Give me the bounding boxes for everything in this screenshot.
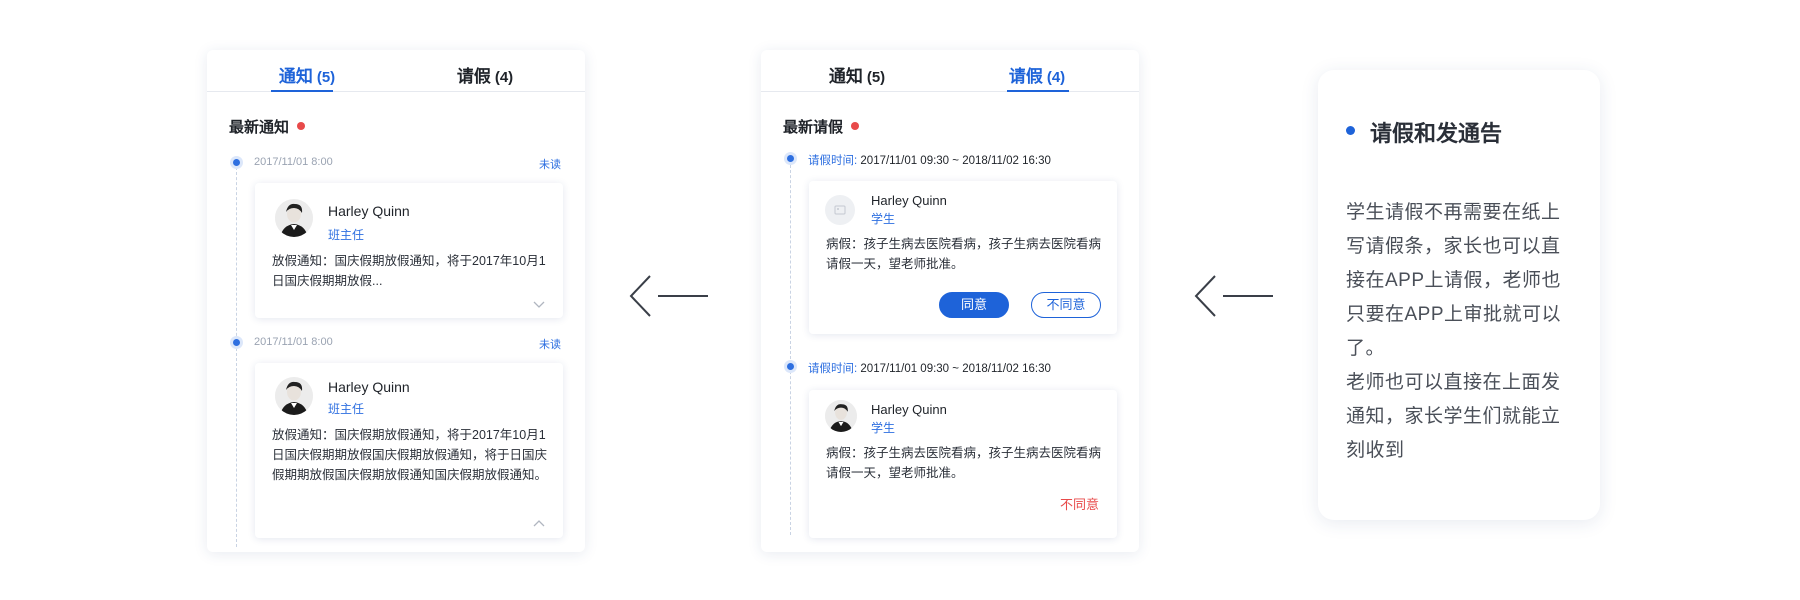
timeline-line <box>236 162 237 547</box>
avatar <box>825 400 857 432</box>
timeline-node <box>784 360 797 373</box>
student-role: 学生 <box>871 421 896 435</box>
student-name: Harley Quinn <box>871 402 947 417</box>
avatar-placeholder <box>825 195 855 225</box>
tab-notice[interactable]: 通知 (5) <box>247 62 367 87</box>
agree-button[interactable]: 同意 <box>939 292 1009 318</box>
notice-date: 2017/11/01 8:00 <box>254 336 333 348</box>
leave-time: 请假时间: 2017/11/01 09:30 ~ 2018/11/02 16:3… <box>808 360 1051 376</box>
notice-text: 放假通知：国庆假期放假通知，将于2017年10月1日国庆假期期放假... <box>272 254 546 288</box>
avatar <box>275 199 313 237</box>
chevron-down-icon[interactable] <box>533 298 545 310</box>
notice-panel: 通知 (5) 请假 (4) 最新通知 2017/11/01 8:00 未读 Harl… <box>207 50 585 552</box>
leave-time-range: 2017/11/01 09:30 ~ 2018/11/02 16:30 <box>860 363 1051 375</box>
tab-notice-label: 通知 <box>828 67 863 86</box>
notice-card[interactable]: Harley Quinn 班主任 放假通知：国庆假期放假通知，将于2017年10… <box>255 363 563 538</box>
left-arrow-icon <box>1194 275 1273 317</box>
description-paragraph: 学生请假不再需要在纸上写请假条，家长也可以直接在APP上请假，老师也只要在APP… <box>1346 202 1562 359</box>
sender-role: 班主任 <box>328 228 365 242</box>
rejected-status: 不同意 <box>1059 497 1099 512</box>
avatar <box>275 377 313 415</box>
unread-status[interactable]: 未读 <box>539 336 561 352</box>
leave-card[interactable]: Harley Quinn 学生 病假：孩子生病去医院看病，孩子生病去医院看病请假… <box>809 181 1117 334</box>
leave-reason: 病假：孩子生病去医院看病，孩子生病去医院看病请假一天，望老师批准。 <box>826 237 1102 271</box>
new-indicator-dot <box>851 122 860 130</box>
tab-leave[interactable]: 请假 (4) <box>425 62 545 87</box>
timeline-node <box>230 336 243 349</box>
tab-bar: 通知 (5) 请假 (4) <box>761 50 1139 92</box>
section-title: 最新通知 <box>229 116 306 137</box>
feature-description-card: 请假和发通告 学生请假不再需要在纸上写请假条，家长也可以直接在APP上请假，老师… <box>1318 70 1600 520</box>
unread-status[interactable]: 未读 <box>539 156 561 172</box>
leave-time-key: 请假时间: <box>808 363 858 375</box>
left-arrow-icon <box>629 275 708 317</box>
active-tab-underline <box>271 90 333 92</box>
tab-notice-label: 通知 <box>278 67 313 86</box>
feature-description: 学生请假不再需要在纸上写请假条，家长也可以直接在APP上请假，老师也只要在APP… <box>1346 196 1576 468</box>
leave-card[interactable]: Harley Quinn 学生 病假：孩子生病去医院看病，孩子生病去医院看病请假… <box>809 390 1117 538</box>
feature-title: 请假和发通告 <box>1370 121 1503 146</box>
sender-role: 班主任 <box>328 402 365 416</box>
sender-name: Harley Quinn <box>328 379 410 395</box>
avatar-placeholder-icon <box>834 205 846 215</box>
timeline-node <box>784 152 797 165</box>
leave-panel: 通知 (5) 请假 (4) 最新请假 请假时间: 2017/11/01 09:30 … <box>761 50 1139 552</box>
tab-notice-count: (5) <box>316 69 336 86</box>
timeline-line <box>790 160 791 535</box>
tab-leave[interactable]: 请假 (4) <box>977 62 1097 87</box>
tab-bar: 通知 (5) 请假 (4) <box>207 50 585 92</box>
new-indicator-dot <box>297 122 306 130</box>
notice-text: 放假通知：国庆假期放假通知，将于2017年10月1日国庆假期期放假国庆假期放假通… <box>272 428 548 482</box>
chevron-up-icon[interactable] <box>533 518 545 530</box>
student-role: 学生 <box>871 212 896 226</box>
tab-leave-count: (4) <box>1046 69 1066 86</box>
section-title-text: 最新通知 <box>229 119 290 136</box>
leave-reason: 病假：孩子生病去医院看病，孩子生病去医院看病请假一天，望老师批准。 <box>826 446 1102 480</box>
notice-card[interactable]: Harley Quinn 班主任 放假通知：国庆假期放假通知，将于2017年10… <box>255 183 563 318</box>
avatar-image <box>275 199 313 237</box>
timeline-node <box>230 156 243 169</box>
leave-time-range: 2017/11/01 09:30 ~ 2018/11/02 16:30 <box>860 155 1051 167</box>
tab-leave-count: (4) <box>494 69 514 86</box>
tab-notice[interactable]: 通知 (5) <box>797 62 917 87</box>
active-tab-underline <box>1007 90 1069 92</box>
section-title-text: 最新请假 <box>783 119 844 136</box>
bullet-dot <box>1346 126 1355 135</box>
tab-leave-label: 请假 <box>1008 67 1043 86</box>
sender-name: Harley Quinn <box>328 203 410 219</box>
leave-time-key: 请假时间: <box>808 155 858 167</box>
avatar-image <box>825 400 857 432</box>
notice-date: 2017/11/01 8:00 <box>254 156 333 168</box>
tab-leave-label: 请假 <box>456 67 491 86</box>
avatar-image <box>275 377 313 415</box>
reject-button[interactable]: 不同意 <box>1031 292 1101 318</box>
section-title: 最新请假 <box>783 116 860 137</box>
description-paragraph: 老师也可以直接在上面发通知，家长学生们就能立刻收到 <box>1346 372 1561 461</box>
tab-notice-count: (5) <box>866 69 886 86</box>
leave-time: 请假时间: 2017/11/01 09:30 ~ 2018/11/02 16:3… <box>808 152 1051 168</box>
student-name: Harley Quinn <box>871 193 947 208</box>
